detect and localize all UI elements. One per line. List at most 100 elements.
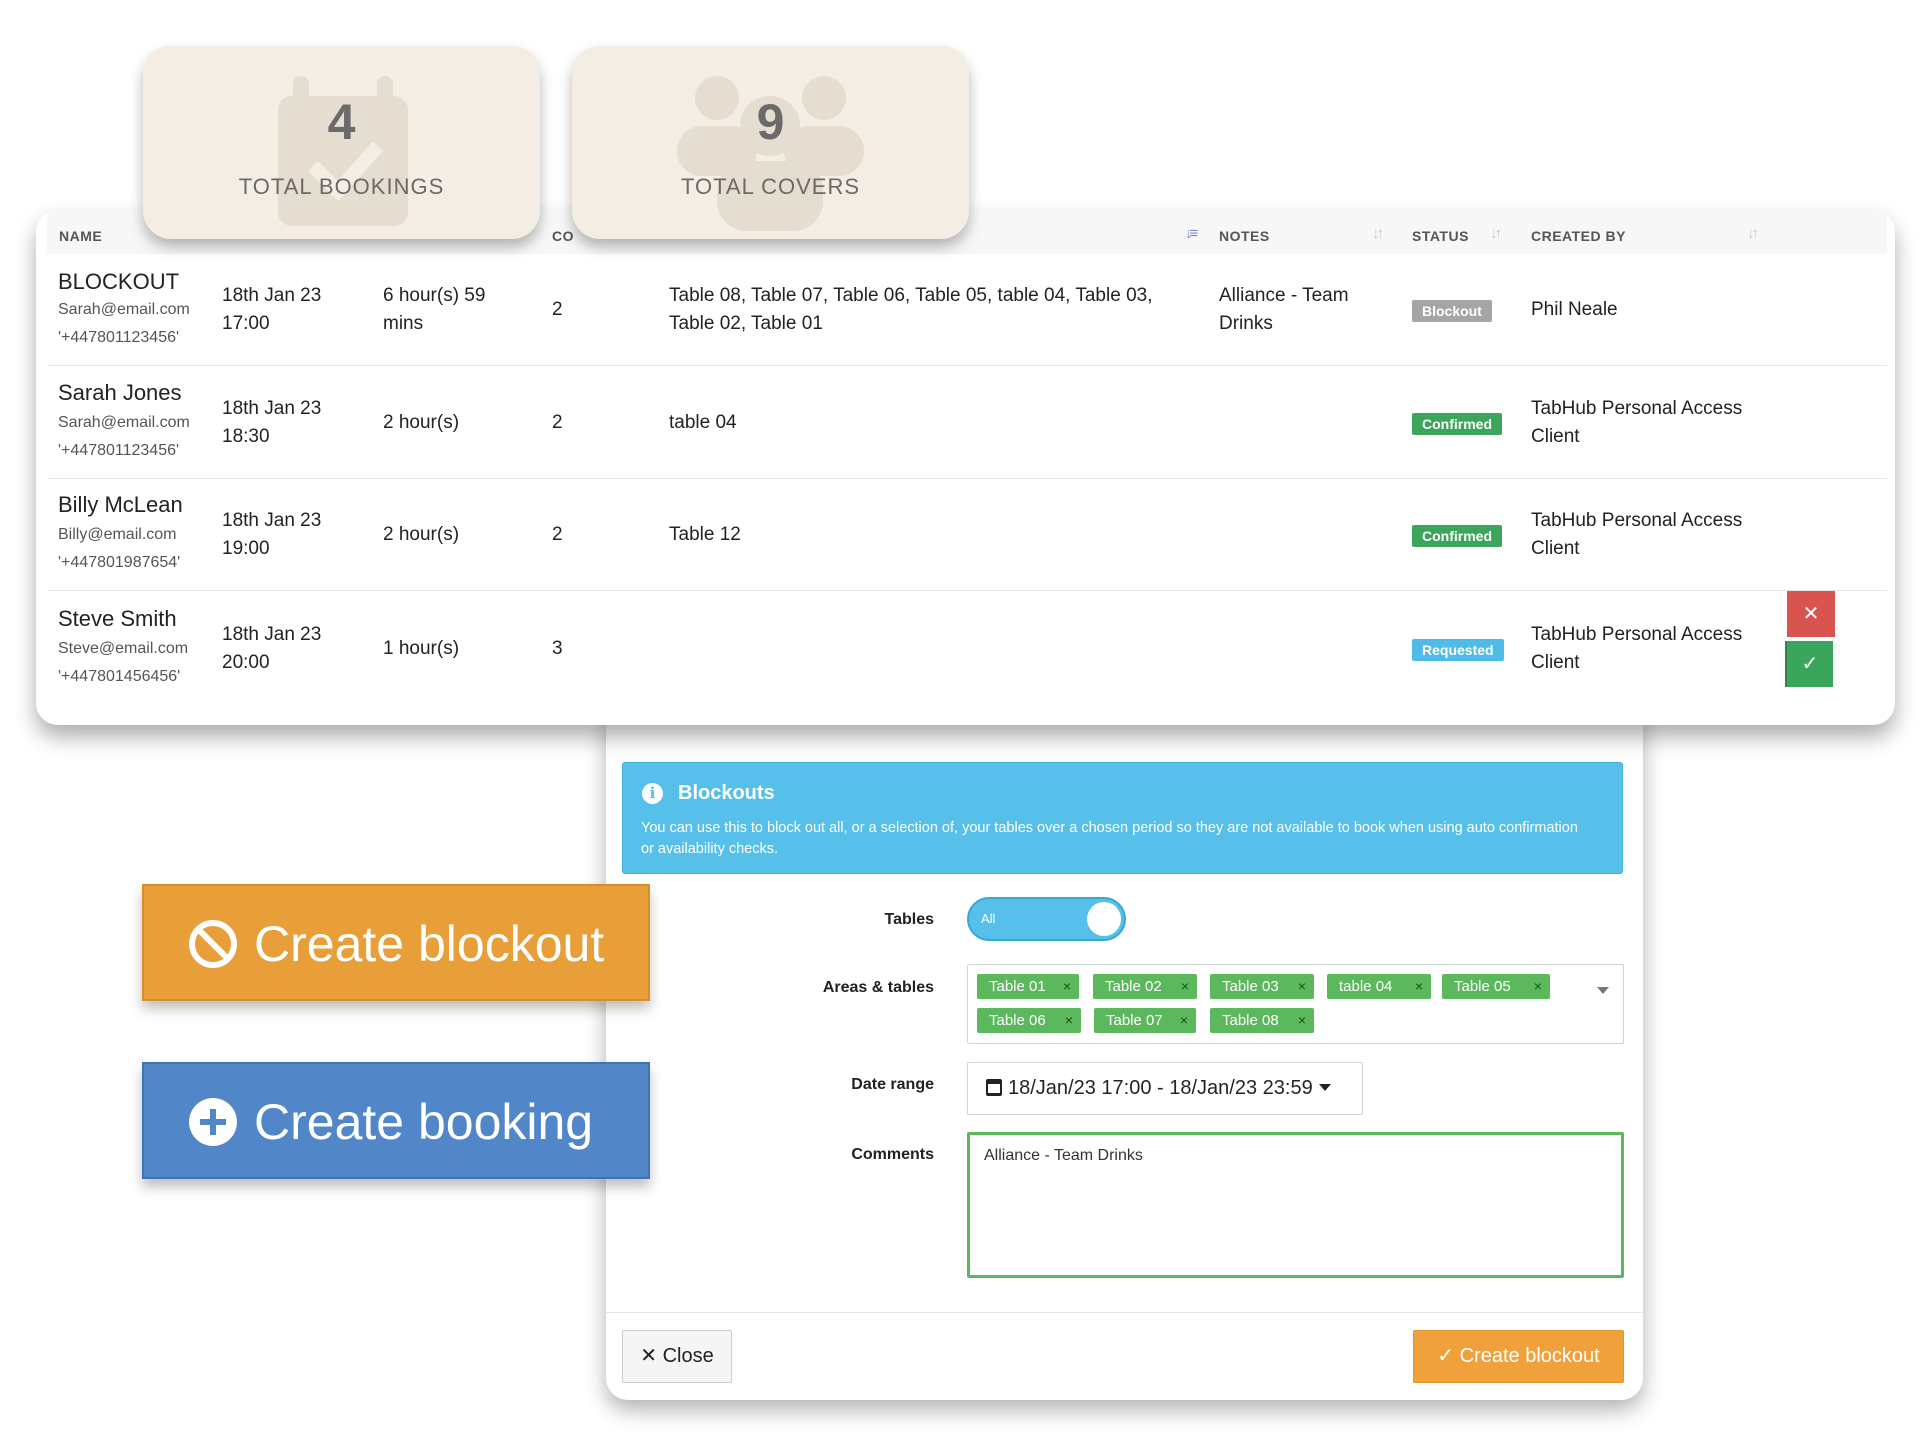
submit-create-blockout-button[interactable]: ✓ Create blockout bbox=[1413, 1330, 1624, 1383]
sort-icon[interactable]: ↓↑ bbox=[1490, 225, 1502, 242]
tag-table-08: Table 08 × bbox=[1210, 1008, 1314, 1033]
alert-text: You can use this to block out all, or a … bbox=[641, 820, 1578, 857]
create-booking-button[interactable]: Create booking bbox=[142, 1062, 650, 1179]
total-bookings-label: TOTAL BOOKINGS bbox=[238, 174, 445, 199]
comments-label: Comments bbox=[851, 1146, 934, 1163]
info-icon: i bbox=[642, 783, 663, 804]
ban-icon bbox=[189, 920, 237, 968]
reject-request-button[interactable]: ✕ bbox=[1787, 591, 1835, 637]
booking-covers: 2 bbox=[552, 412, 563, 433]
accept-request-button[interactable]: ✓ bbox=[1785, 641, 1833, 687]
status-badge: Confirmed bbox=[1412, 413, 1502, 435]
date-range-label: Date range bbox=[851, 1076, 934, 1093]
total-bookings-card: 4 TOTAL BOOKINGS bbox=[143, 46, 540, 239]
booking-time: 19:00 bbox=[222, 538, 270, 559]
booking-email: Billy@email.com bbox=[58, 526, 177, 543]
table-row[interactable]: BLOCKOUT Sarah@email.com '+447801123456'… bbox=[47, 254, 1887, 366]
create-blockout-modal: i Blockouts You can use this to block ou… bbox=[606, 700, 1643, 1400]
booking-duration: 2 hour(s) bbox=[383, 412, 460, 433]
blockouts-info-alert: i Blockouts You can use this to block ou… bbox=[622, 762, 1623, 874]
booking-date: 18th Jan 23 bbox=[222, 398, 322, 419]
alert-title: Blockouts bbox=[678, 782, 775, 804]
areas-tables-select[interactable]: Table 01 × Table 02 × Table 03 × table 04 × … bbox=[967, 964, 1624, 1044]
tag-table-07: Table 07 × bbox=[1094, 1008, 1196, 1033]
booking-phone: '+447801123456' bbox=[58, 442, 180, 459]
booking-tables: table 04 bbox=[669, 412, 737, 433]
create-blockout-label: Create blockout bbox=[254, 916, 605, 972]
tables-all-toggle[interactable]: All bbox=[967, 897, 1126, 941]
tag-table-02: Table 02 × bbox=[1093, 974, 1197, 999]
remove-tag-icon[interactable]: × bbox=[1415, 974, 1423, 999]
chevron-down-icon[interactable] bbox=[1597, 987, 1609, 994]
booking-time: 17:00 bbox=[222, 313, 270, 334]
tag-table-04: table 04 × bbox=[1327, 974, 1431, 999]
booking-tables: Table 12 bbox=[669, 524, 741, 545]
create-blockout-button[interactable]: Create blockout bbox=[142, 884, 650, 1001]
date-range-value: 18/Jan/23 17:00 - 18/Jan/23 23:59 bbox=[1008, 1077, 1313, 1099]
booking-name: BLOCKOUT bbox=[58, 269, 180, 294]
booking-name: Steve Smith bbox=[58, 606, 177, 631]
booking-created-by: Phil Neale bbox=[1531, 299, 1618, 320]
booking-tables: Table 08, Table 07, Table 06, Table 05, … bbox=[669, 285, 1153, 306]
booking-tables-cont: Table 02, Table 01 bbox=[669, 313, 823, 334]
booking-duration: 2 hour(s) bbox=[383, 524, 460, 545]
total-covers-value: 9 bbox=[756, 94, 785, 150]
booking-email: Steve@email.com bbox=[58, 640, 189, 657]
tables-label: Tables bbox=[884, 911, 935, 928]
booking-covers: 3 bbox=[552, 638, 563, 659]
remove-tag-icon[interactable]: × bbox=[1534, 974, 1542, 999]
table-row[interactable]: Steve Smith Steve@email.com '+4478014564… bbox=[47, 591, 1887, 703]
date-range-picker[interactable]: 18/Jan/23 17:00 - 18/Jan/23 23:59 bbox=[967, 1062, 1363, 1115]
booking-email: Sarah@email.com bbox=[58, 414, 190, 431]
header-notes[interactable]: NOTES bbox=[1219, 228, 1270, 244]
sort-icon[interactable]: ↓↑ bbox=[1372, 225, 1384, 242]
booking-created-by: TabHub Personal Access bbox=[1531, 624, 1743, 645]
tag-table-01: Table 01 × bbox=[977, 974, 1079, 999]
remove-tag-icon[interactable]: × bbox=[1298, 1008, 1306, 1033]
booking-email: Sarah@email.com bbox=[58, 301, 190, 318]
booking-date: 18th Jan 23 bbox=[222, 624, 322, 645]
table-row[interactable]: Sarah Jones Sarah@email.com '+4478011234… bbox=[47, 367, 1887, 479]
status-badge: Requested bbox=[1412, 639, 1504, 661]
booking-covers: 2 bbox=[552, 524, 563, 545]
booking-duration: 6 hour(s) 59 bbox=[383, 285, 486, 306]
booking-date: 18th Jan 23 bbox=[222, 510, 322, 531]
booking-created-by-cont: Client bbox=[1531, 426, 1580, 447]
booking-phone: '+447801987654' bbox=[58, 554, 181, 571]
table-row[interactable]: Billy McLean Billy@email.com '+447801987… bbox=[47, 479, 1887, 591]
comments-textarea[interactable]: Alliance - Team Drinks bbox=[967, 1132, 1624, 1278]
remove-tag-icon[interactable]: × bbox=[1065, 1008, 1073, 1033]
toggle-text: All bbox=[981, 911, 996, 926]
booking-created-by-cont: Client bbox=[1531, 652, 1580, 673]
header-covers[interactable]: CO bbox=[552, 228, 574, 244]
total-bookings-value: 4 bbox=[327, 94, 356, 150]
booking-created-by: TabHub Personal Access bbox=[1531, 510, 1743, 531]
status-badge: Blockout bbox=[1412, 300, 1492, 322]
caret-down-icon bbox=[1318, 1084, 1331, 1091]
remove-tag-icon[interactable]: × bbox=[1063, 974, 1071, 999]
booking-date: 18th Jan 23 bbox=[222, 285, 322, 306]
booking-name: Billy McLean bbox=[58, 492, 183, 517]
booking-phone: '+447801456456' bbox=[58, 668, 181, 685]
tag-table-03: Table 03 × bbox=[1210, 974, 1314, 999]
remove-tag-icon[interactable]: × bbox=[1181, 974, 1189, 999]
booking-notes-cont: Drinks bbox=[1219, 313, 1273, 334]
booking-phone: '+447801123456' bbox=[58, 329, 180, 346]
calendar-icon bbox=[986, 1079, 1002, 1096]
areas-tables-label: Areas & tables bbox=[822, 979, 934, 996]
close-button[interactable]: ✕ Close bbox=[622, 1330, 732, 1383]
remove-tag-icon[interactable]: × bbox=[1180, 1008, 1188, 1033]
plus-circle-icon bbox=[189, 1098, 237, 1146]
total-covers-label: TOTAL COVERS bbox=[680, 174, 861, 199]
header-name[interactable]: NAME bbox=[59, 228, 102, 244]
sort-icon[interactable]: ↓↑ bbox=[1747, 225, 1759, 242]
bookings-table: NAME CO ↓≡ NOTES ↓↑ STATUS ↓↑ CREATED BY… bbox=[36, 210, 1895, 725]
tag-table-06: Table 06 × bbox=[977, 1008, 1081, 1033]
remove-tag-icon[interactable]: × bbox=[1298, 974, 1306, 999]
sort-asc-icon[interactable]: ↓≡ bbox=[1185, 225, 1198, 242]
status-badge: Confirmed bbox=[1412, 525, 1502, 547]
header-created-by[interactable]: CREATED BY bbox=[1531, 228, 1626, 244]
total-covers-card: 9 TOTAL COVERS bbox=[572, 46, 969, 239]
header-status[interactable]: STATUS bbox=[1412, 228, 1469, 244]
booking-duration-cont: mins bbox=[383, 313, 424, 334]
